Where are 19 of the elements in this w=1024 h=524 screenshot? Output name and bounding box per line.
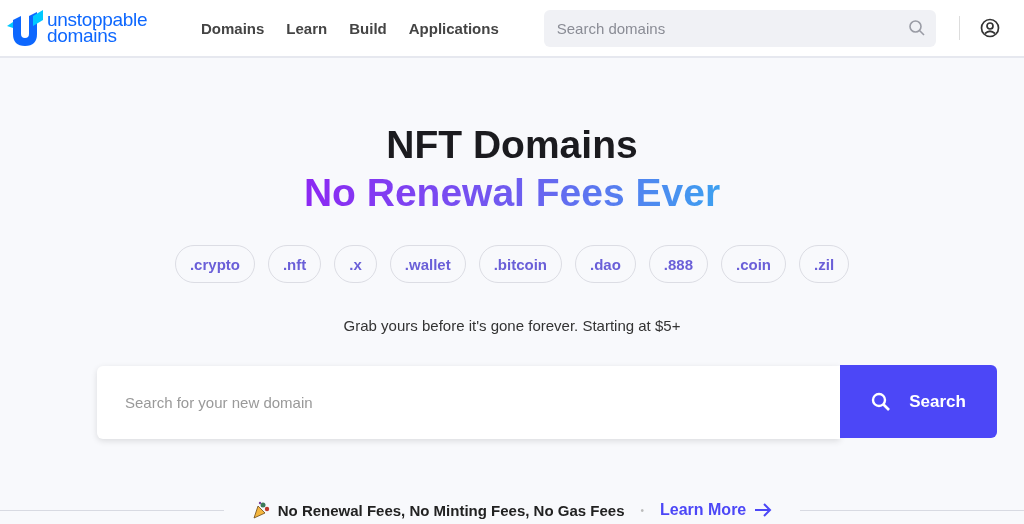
search-button[interactable]: Search [840,365,997,438]
account-icon[interactable] [979,18,1000,38]
separator-dot: • [640,504,644,516]
nav-link[interactable]: Learn [286,19,328,37]
hero-title: NFT Domains [386,123,638,167]
domain-search-field[interactable]: Search for your new domain [97,366,840,439]
nav-link[interactable]: Build [349,19,387,37]
learn-more-link[interactable]: Learn More [660,501,747,519]
party-popper-icon [251,501,270,519]
search-icon [871,391,892,412]
logo-text[interactable]: domains [47,28,117,44]
tagline: Grab yours before it's gone forever. Starting at $5+ [343,317,681,334]
logo-icon[interactable] [5,10,43,46]
nav-link[interactable]: Applications [408,19,499,37]
search-field[interactable]: Search domains [543,9,936,47]
banner-text: No Renewal Fees, No Minting Fees, No Gas Fees [277,501,625,519]
nav-link[interactable]: Domains [201,19,265,37]
arrow-right-icon[interactable] [754,502,773,518]
logo-text[interactable]: unstoppable [47,12,148,28]
